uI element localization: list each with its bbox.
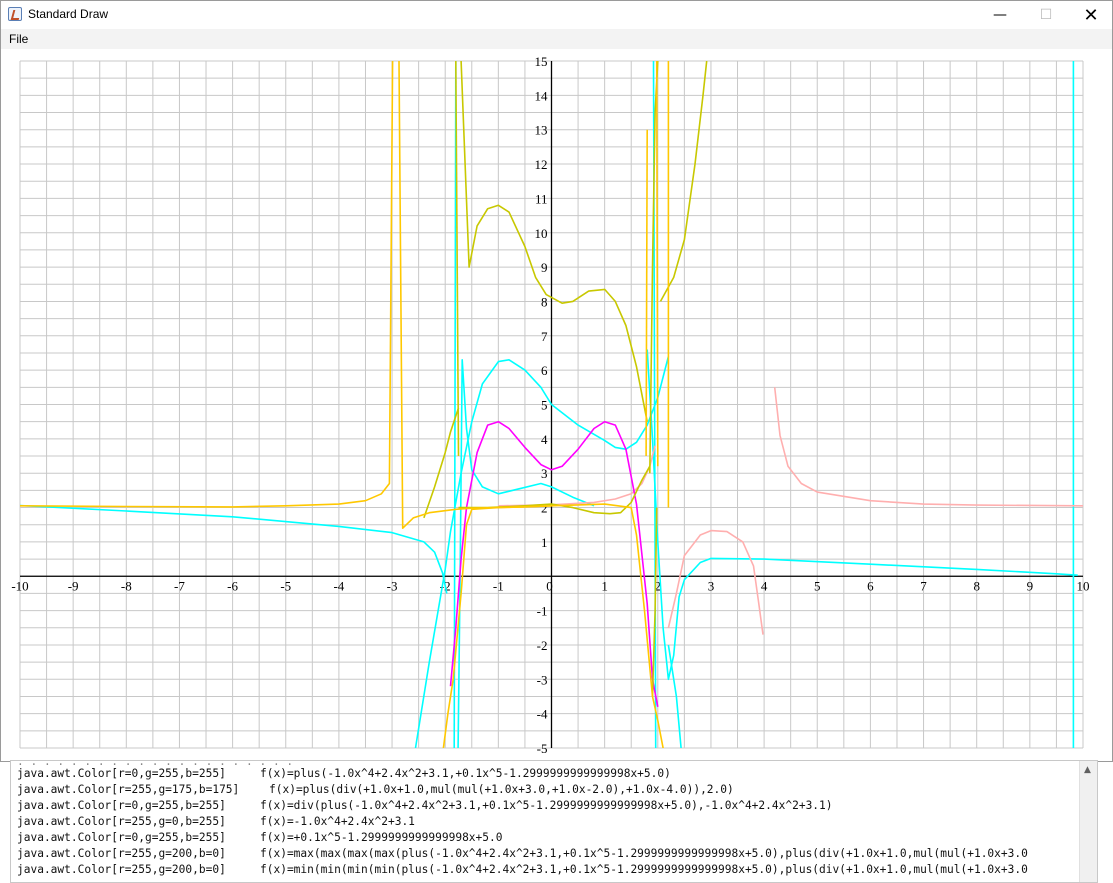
x-tick-label: -10 <box>11 578 28 593</box>
x-tick-label: 8 <box>973 578 980 593</box>
x-tick-label: 1 <box>601 578 608 593</box>
series-line-12 <box>423 407 460 519</box>
console-function: f(x)=plus(-1.0x^4+2.4x^2+3.1,+0.1x^5-1.2… <box>260 767 671 780</box>
y-tick-label: 11 <box>535 191 548 206</box>
console-line: java.awt.Color[r=255,g=200,b=0] f(x)=max(… <box>17 847 1028 860</box>
console-line: java.awt.Color[r=255,g=0,b=255] f(x)=-1.0… <box>17 815 415 828</box>
x-tick-label: -6 <box>227 578 238 593</box>
series-line-13 <box>460 61 648 422</box>
console-color: java.awt.Color[r=255,g=200,b=0] <box>17 863 226 876</box>
console-line: java.awt.Color[r=0,g=255,b=255] f(x)=+0.1… <box>17 831 502 844</box>
maximize-button[interactable]: ☐ <box>1023 1 1069 29</box>
series-line-23 <box>655 61 659 467</box>
java-app-icon <box>8 7 22 21</box>
y-tick-label: 13 <box>535 123 548 138</box>
y-tick-label: -3 <box>537 672 548 687</box>
y-tick-label: 6 <box>541 363 548 378</box>
y-tick-label: -1 <box>537 604 548 619</box>
y-tick-label: 2 <box>541 501 548 516</box>
menu-bar: File <box>1 29 1112 49</box>
console-line: java.awt.Color[r=0,g=255,b=255] f(x)=plus… <box>17 767 671 780</box>
series-line-2 <box>457 358 595 748</box>
series-line-4 <box>667 644 682 748</box>
x-tick-label: 0 <box>546 578 553 593</box>
console-function: f(x)=max(max(max(max(plus(-1.0x^4+2.4x^2… <box>260 847 1028 860</box>
series-line-11 <box>449 420 659 707</box>
x-tick-label: -4 <box>333 578 344 593</box>
y-tick-label: 9 <box>541 260 548 275</box>
console-line: java.awt.Color[r=0,g=255,b=255] f(x)=div(… <box>17 799 833 812</box>
series-line-22 <box>645 129 649 457</box>
console-color: java.awt.Color[r=255,g=0,b=255] <box>17 815 226 828</box>
x-tick-label: -3 <box>387 578 398 593</box>
series-line-1 <box>414 356 670 748</box>
y-tick-label: 10 <box>535 226 548 241</box>
y-tick-label: -2 <box>537 638 548 653</box>
x-tick-label: 4 <box>761 578 768 593</box>
series-line-15 <box>455 61 460 457</box>
console-function: f(x)=+0.1x^5-1.2999999999999998x+5.0 <box>260 831 503 844</box>
console-color: java.awt.Color[r=0,g=255,b=255] <box>17 799 226 812</box>
menu-file[interactable]: File <box>9 32 28 46</box>
x-tick-label: -9 <box>68 578 79 593</box>
series-line-3 <box>646 349 1078 681</box>
console-color: java.awt.Color[r=255,g=200,b=0] <box>17 847 226 860</box>
y-tick-label: 7 <box>541 329 548 344</box>
y-tick-label: 15 <box>535 54 548 69</box>
y-tick-label: 5 <box>541 398 548 413</box>
standard-draw-window: Standard Draw — ☐ ✕ File -10 -9 -8 -7 -6 -5 -4… <box>0 0 1113 762</box>
console-function: f(x)=-1.0x^4+2.4x^2+3.1 <box>260 815 415 828</box>
console-color: java.awt.Color[r=0,g=255,b=255] <box>17 767 226 780</box>
drawing-canvas[interactable]: -10 -9 -8 -7 -6 -5 -4 -3 -2 -1 0 1 2 3 4 5 6 7 8 9 10 -5 -4 -3-… <box>6 51 1111 758</box>
window-title: Standard Draw <box>28 7 109 21</box>
console-function: f(x)=plus(div(+1.0x+1.0,mul(mul(+1.0x+3.… <box>269 783 734 796</box>
x-tick-label: -5 <box>280 578 291 593</box>
minimize-button[interactable]: — <box>977 1 1023 29</box>
y-tick-label: 4 <box>541 432 548 447</box>
y-tick-label: 14 <box>535 88 549 103</box>
x-tick-label: -1 <box>493 578 504 593</box>
console-line: java.awt.Color[r=255,g=200,b=0] f(x)=min(… <box>17 863 1028 876</box>
x-tick-label: 6 <box>867 578 874 593</box>
y-tick-label: -5 <box>537 741 548 756</box>
console-color: java.awt.Color[r=255,g=175,b=175] <box>17 783 240 796</box>
x-tick-label: 10 <box>1077 578 1090 593</box>
y-tick-label: 8 <box>541 294 548 309</box>
console-function: f(x)=div(plus(-1.0x^4+2.4x^2+3.1,+0.1x^5… <box>260 799 833 812</box>
console-color: java.awt.Color[r=0,g=255,b=255] <box>17 831 226 844</box>
x-tick-label: 9 <box>1027 578 1034 593</box>
series-line-10 <box>773 387 1083 507</box>
title-bar[interactable]: Standard Draw — ☐ ✕ <box>1 1 1112 29</box>
y-tick-label: 3 <box>541 466 548 481</box>
x-tick-label: 3 <box>708 578 715 593</box>
console-scrollbar[interactable]: ▲ <box>1079 761 1097 882</box>
y-tick-label: -4 <box>537 707 548 722</box>
console-output[interactable]: . . . . . . . . . . . . . . . . . . . . … <box>10 760 1098 883</box>
x-tick-label: 5 <box>814 578 821 593</box>
x-tick-label: -8 <box>121 578 132 593</box>
console-function: f(x)=min(min(min(min(plus(-1.0x^4+2.4x^2… <box>260 863 1028 876</box>
y-tick-label: 12 <box>535 157 548 172</box>
series-line-9 <box>667 529 764 635</box>
close-button[interactable]: ✕ <box>1068 1 1113 29</box>
function-plot: -10 -9 -8 -7 -6 -5 -4 -3 -2 -1 0 1 2 3 4 5 6 7 8 9 10-5-4-3-… <box>11 54 1090 756</box>
console-line: java.awt.Color[r=255,g=175,b=175] f(x)=pl… <box>17 783 734 796</box>
scroll-up-icon[interactable]: ▲ <box>1084 765 1091 775</box>
x-tick-label: -7 <box>174 578 185 593</box>
y-tick-label: 1 <box>541 535 548 550</box>
x-tick-label: 7 <box>920 578 927 593</box>
